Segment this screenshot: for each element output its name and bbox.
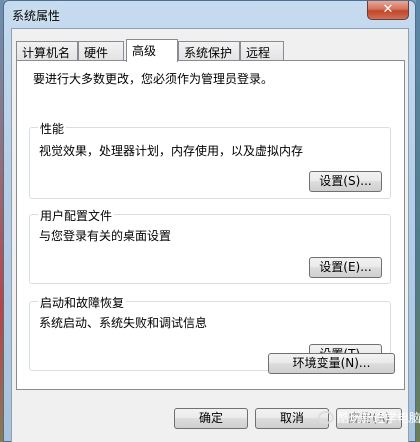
tab-system-protection[interactable]: 系统保护 — [178, 41, 240, 60]
performance-description: 视觉效果，处理器计划，内存使用，以及虚拟内存 — [39, 144, 304, 158]
tab-advanced[interactable]: 高级 — [126, 39, 178, 62]
tab-hardware[interactable]: 硬件 — [78, 41, 124, 60]
user-profiles-settings-button[interactable]: 设置(E)... — [309, 257, 382, 278]
user-profiles-title: 用户配置文件 — [38, 207, 115, 224]
watermark: 酷玩新进学电脑 — [318, 409, 420, 426]
startup-recovery-title: 启动和故障恢复 — [38, 294, 127, 311]
startup-recovery-description: 系统启动、系统失败和调试信息 — [39, 316, 208, 330]
close-icon: ✕ — [382, 2, 394, 17]
ok-button[interactable]: 确定 — [174, 408, 248, 429]
dialog-client-area: 计算机名 硬件 高级 系统保护 远程 要进行大多数更改，您必须作为管理员登录。 … — [11, 28, 409, 442]
tab-computer-name[interactable]: 计算机名 — [16, 41, 78, 60]
advanced-tab-panel: 要进行大多数更改，您必须作为管理员登录。 性能 视觉效果，处理器计划，内存使用，… — [16, 60, 405, 390]
window-title: 系统属性 — [12, 9, 61, 23]
watermark-text: 酷玩新进学电脑 — [337, 411, 420, 425]
title-bar[interactable]: 系统属性 ✕ — [4, 1, 415, 27]
environment-variables-button[interactable]: 环境变量(N)... — [268, 353, 395, 374]
wechat-icon — [318, 411, 334, 424]
performance-settings-button[interactable]: 设置(S)... — [309, 171, 382, 192]
user-profiles-group: 用户配置文件 与您登录有关的桌面设置 设置(E)... — [29, 207, 391, 284]
close-button[interactable]: ✕ — [367, 1, 409, 20]
performance-group: 性能 视觉效果，处理器计划，内存使用，以及虚拟内存 设置(S)... — [29, 120, 391, 199]
user-profiles-description: 与您登录有关的桌面设置 — [39, 229, 172, 243]
system-properties-window: 系统属性 ✕ 计算机名 硬件 高级 系统保护 远程 要进行大多数更改，您必须作为… — [3, 0, 416, 442]
desktop-background-right — [416, 0, 420, 442]
performance-title: 性能 — [38, 120, 67, 137]
admin-notice: 要进行大多数更改，您必须作为管理员登录。 — [33, 72, 274, 86]
tab-remote[interactable]: 远程 — [240, 41, 284, 60]
